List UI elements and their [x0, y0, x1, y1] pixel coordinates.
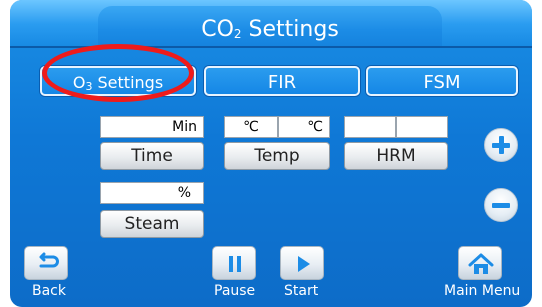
steam-button[interactable]: Steam: [100, 210, 204, 238]
title-tab: CO2 Settings: [98, 6, 442, 46]
time-unit: Min: [172, 119, 197, 135]
pause-icon: [229, 256, 241, 272]
steam-unit: %: [177, 185, 191, 201]
temp-unit-2: ℃: [307, 119, 323, 135]
home-icon: [468, 253, 494, 274]
time-value-field[interactable]: Min: [100, 116, 204, 138]
main-menu-label: Main Menu: [444, 283, 521, 299]
back-arrow-icon: [39, 252, 59, 268]
hrm-button[interactable]: HRM: [344, 142, 448, 170]
temp-value-field-2[interactable]: ℃: [278, 116, 330, 138]
title-prefix: CO: [201, 17, 234, 42]
back-label: Back: [32, 283, 66, 299]
pause-label: Pause: [214, 283, 256, 299]
increase-button[interactable]: [484, 128, 518, 162]
device-frame: CO2 Settings O3 Settings FIR FSM Min Tim…: [0, 0, 542, 307]
hrm-value-field-1[interactable]: [344, 116, 396, 138]
title-suffix: Settings: [241, 17, 339, 42]
temp-unit-1: ℃: [243, 119, 259, 135]
pause-button[interactable]: [212, 246, 256, 280]
highlight-circle: [42, 44, 194, 102]
title-subscript: 2: [233, 27, 242, 41]
time-button[interactable]: Time: [100, 142, 204, 170]
start-button[interactable]: [280, 246, 324, 280]
back-button[interactable]: [24, 246, 68, 280]
touch-screen: CO2 Settings O3 Settings FIR FSM Min Tim…: [10, 0, 532, 307]
hrm-value-field-2[interactable]: [396, 116, 448, 138]
steam-value-field[interactable]: %: [100, 182, 204, 204]
main-menu-button[interactable]: [458, 246, 502, 280]
start-label: Start: [284, 283, 319, 299]
fir-button[interactable]: FIR: [204, 66, 360, 96]
temp-button[interactable]: Temp: [224, 142, 330, 170]
fsm-button[interactable]: FSM: [366, 66, 518, 96]
title-bar: CO2 Settings: [10, 0, 532, 48]
play-icon: [298, 256, 310, 272]
temp-value-field-1[interactable]: ℃: [224, 116, 278, 138]
decrease-button[interactable]: [484, 188, 518, 222]
page-title: CO2 Settings: [98, 16, 442, 48]
